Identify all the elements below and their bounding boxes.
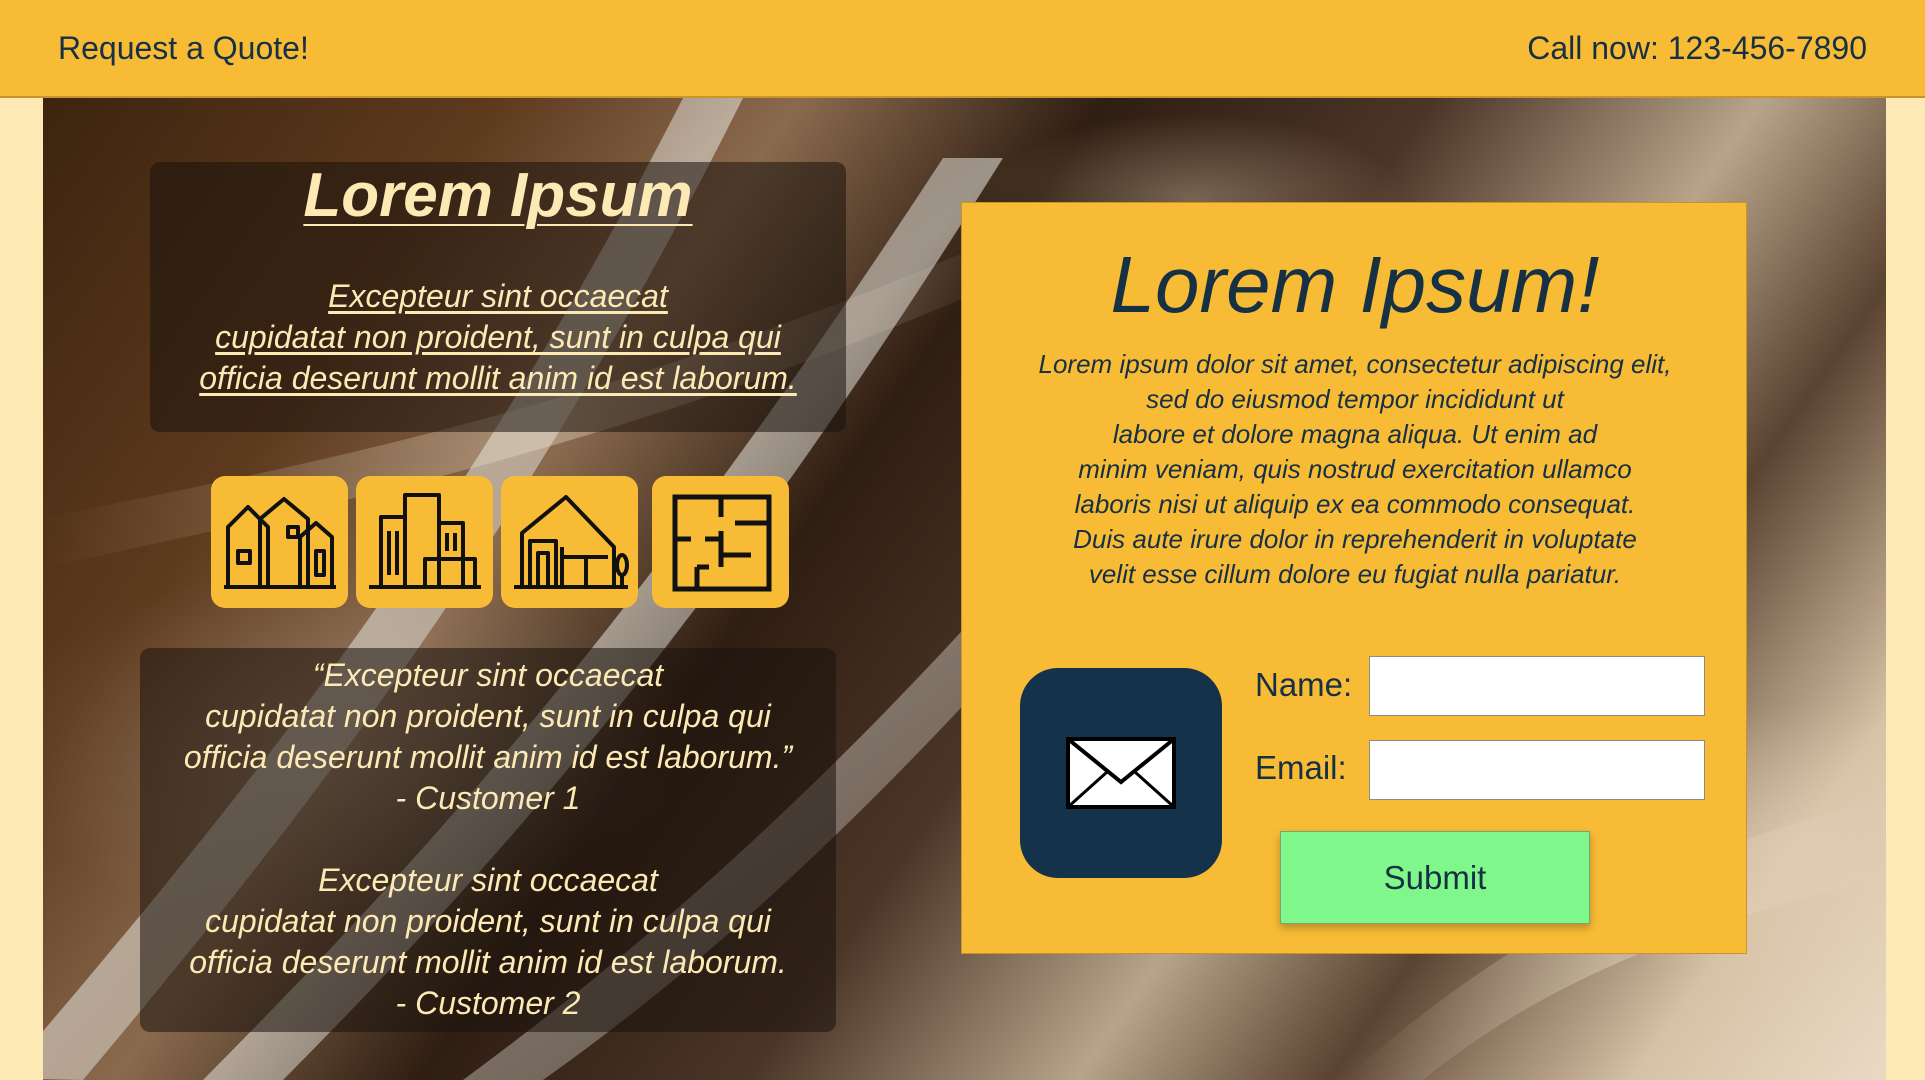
testimonial-2: Excepteur sint occaecat cupidatat non pr… [140,860,836,1024]
quote-card-title: Lorem Ipsum! [1110,240,1600,329]
request-quote-link[interactable]: Request a Quote! [58,30,309,67]
mail-badge [1020,668,1222,878]
email-label: Email: [1255,749,1347,786]
top-bar: Request a Quote! Call now: 123-456-7890 [0,0,1925,98]
description-line: sed do eiusmod tempor incididunt ut [1146,384,1564,414]
testimonial-line: “Excepteur sint occaecat [312,657,664,693]
name-input[interactable] [1369,656,1705,716]
description-line: Duis aute irure dolor in reprehenderit i… [1073,524,1637,554]
submit-button[interactable]: Submit [1280,831,1590,924]
intro-line: cupidatat non proident, sunt in culpa qu… [215,319,781,355]
service-tile-houses[interactable] [211,476,348,608]
testimonial-author: - Customer 1 [395,780,581,816]
floor-plan-icon [672,494,771,592]
testimonial-1: “Excepteur sint occaecat cupidatat non p… [140,655,836,819]
testimonial-line: officia deserunt mollit anim id est labo… [183,739,793,775]
service-tile-house-tree[interactable] [501,476,638,608]
description-line: Lorem ipsum dolor sit amet, consectetur … [1038,349,1672,379]
intro-line: Excepteur sint occaecat [328,278,668,314]
house-with-tree-icon [513,495,629,589]
description-line: minim veniam, quis nostrud exercitation … [1078,454,1632,484]
testimonial-line: cupidatat non proident, sunt in culpa qu… [205,698,771,734]
testimonial-line: cupidatat non proident, sunt in culpa qu… [205,903,771,939]
intro-line: officia deserunt mollit anim id est labo… [199,360,797,396]
description-line: laboris nisi ut aliquip ex ea commodo co… [1074,489,1636,519]
name-label: Name: [1255,666,1353,703]
service-icons [211,476,789,608]
service-tile-buildings[interactable] [356,476,493,608]
envelope-icon [1066,737,1176,809]
testimonial-line: Excepteur sint occaecat [318,862,658,898]
service-tile-floor-plan[interactable] [652,476,789,608]
quote-card-description: Lorem ipsum dolor sit amet, consectetur … [982,347,1728,592]
intro-text[interactable]: Excepteur sint occaecat cupidatat non pr… [150,276,846,399]
description-line: velit esse cillum dolore eu fugiat nulla… [1088,559,1622,589]
description-line: labore et dolore magna aliqua. Ut enim a… [1112,419,1598,449]
buildings-icon [368,493,481,589]
testimonial-author: - Customer 2 [395,985,581,1021]
houses-icon [223,497,336,589]
email-input[interactable] [1369,740,1705,800]
testimonial-line: officia deserunt mollit anim id est labo… [189,944,787,980]
phone-number[interactable]: Call now: 123-456-7890 [1527,30,1867,67]
intro-title: Lorem Ipsum [303,161,693,230]
